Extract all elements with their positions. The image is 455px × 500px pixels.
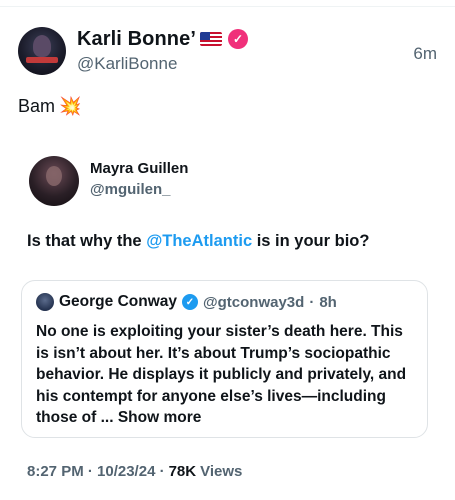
nested-quote-body: No one is exploiting your sister’s death… [36, 321, 420, 429]
post-time[interactable]: 6m [413, 44, 437, 64]
avatar[interactable] [18, 27, 66, 75]
views-label: Views [200, 463, 243, 480]
separator-dot: · [309, 293, 315, 311]
nested-author-name[interactable]: George Conway [59, 293, 177, 311]
post-timestamp[interactable]: 8:27 PM · 10/23/24 · [27, 463, 165, 480]
nested-body-text: No one is exploiting your sister’s death… [36, 323, 407, 426]
views-count: 78K [168, 463, 197, 480]
nested-time[interactable]: 8h [319, 294, 337, 311]
author-row: Karli Bonne’ ✓ [77, 27, 248, 51]
quote-text-after: is in your bio? [252, 232, 370, 250]
quote-author-name[interactable]: Mayra Guillen [90, 160, 188, 177]
quote-text-before: Is that why the [27, 232, 147, 250]
collision-emoji-icon: 💥 [59, 96, 82, 116]
quote-text: Is that why the @TheAtlantic is in your … [27, 232, 369, 251]
nested-quote-card[interactable]: George Conway ✓ @gtconway3d · 8h No one … [21, 280, 428, 438]
quote-avatar-face [46, 166, 62, 186]
nested-avatar[interactable] [36, 293, 54, 311]
avatar-figure [33, 35, 51, 57]
quote-author-handle[interactable]: @mguilen_ [90, 181, 170, 198]
mention-link[interactable]: @TheAtlantic [146, 232, 252, 250]
quote-avatar[interactable] [29, 156, 79, 206]
show-more-link[interactable]: Show more [118, 409, 202, 426]
nested-quote-header: George Conway ✓ @gtconway3d · 8h [36, 291, 337, 313]
avatar-stripe [26, 57, 58, 63]
author-name[interactable]: Karli Bonne’ [77, 28, 196, 51]
verified-badge-icon: ✓ [182, 294, 198, 310]
post-meta: 8:27 PM · 10/23/24 · 78K Views [27, 463, 242, 480]
us-flag-icon [200, 32, 222, 46]
author-handle[interactable]: @KarliBonne [77, 54, 177, 74]
post-text: Bam 💥 [18, 96, 81, 117]
post-text-content: Bam [18, 96, 56, 116]
verified-badge-icon[interactable]: ✓ [228, 29, 248, 49]
top-divider [0, 6, 455, 7]
nested-author-handle[interactable]: @gtconway3d [203, 294, 304, 311]
